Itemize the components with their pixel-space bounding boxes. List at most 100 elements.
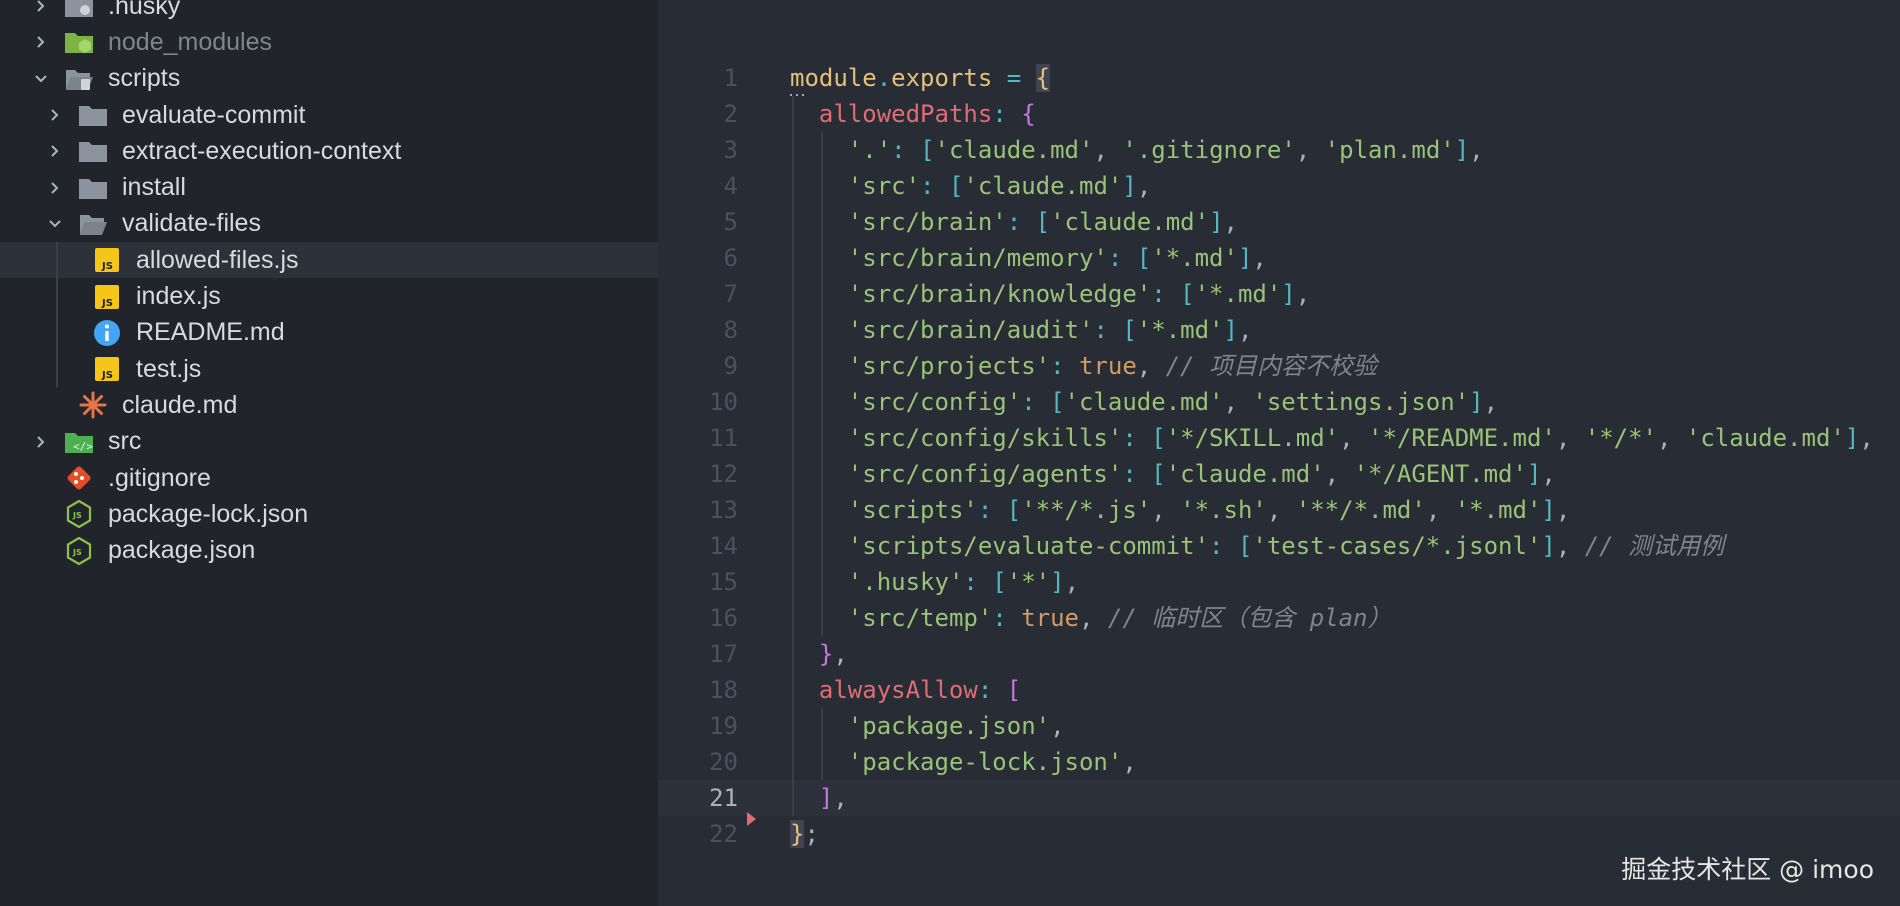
tree-item[interactable]: claude.md: [0, 387, 658, 423]
code-text: '.': ['claude.md', '.gitignore', 'plan.m…: [848, 132, 1484, 168]
tree-item[interactable]: evaluate-commit: [0, 97, 658, 133]
code-token: 'plan.md': [1324, 136, 1455, 164]
chevron-down-icon[interactable]: [32, 70, 50, 88]
code-line[interactable]: 6 'src/brain/memory': ['*.md'],: [658, 240, 1900, 276]
chevron-right-icon[interactable]: [46, 179, 64, 197]
code-token: :: [1151, 280, 1166, 308]
code-line[interactable]: 8 'src/brain/audit': ['*.md'],: [658, 312, 1900, 348]
code-token: ,: [1136, 172, 1152, 200]
code-line[interactable]: 14 'scripts/evaluate-commit': ['test-case…: [658, 528, 1900, 564]
tree-item[interactable]: .gitignore: [0, 460, 658, 496]
chevron-right-icon[interactable]: [32, 0, 50, 15]
tree-item[interactable]: JS package.json: [0, 533, 658, 569]
tree-item[interactable]: </> src: [0, 424, 658, 460]
chevron-right-icon[interactable]: [32, 433, 50, 451]
code-token: ,: [1859, 424, 1874, 452]
code-token: ,: [1079, 604, 1108, 632]
tree-item[interactable]: JS allowed-files.js: [0, 242, 658, 279]
code-token: ,: [1252, 244, 1267, 272]
code-token: :: [1006, 208, 1022, 236]
code-line[interactable]: 4 'src': ['claude.md'],: [658, 168, 1900, 204]
code-token: 'claude.md': [934, 136, 1094, 164]
svg-text:JS: JS: [101, 298, 113, 309]
code-token: ]: [1469, 388, 1484, 416]
code-text: 'scripts': ['**/*.js', '*.sh', '**/*.md'…: [848, 492, 1571, 528]
code-token: '.gitignore': [1122, 136, 1296, 164]
line-number: 10: [709, 388, 738, 416]
file-explorer: .husky node_modules scripts evaluate-commit…: [0, 0, 658, 906]
tree-item[interactable]: JS package-lock.json: [0, 496, 658, 532]
code-token: ]: [1454, 136, 1470, 164]
code-line[interactable]: 5 'src/brain': ['claude.md'],: [658, 204, 1900, 240]
code-line[interactable]: 2 allowedPaths: {: [658, 96, 1900, 132]
code-token: :: [891, 136, 906, 164]
code-line[interactable]: 17},: [658, 636, 1900, 672]
javascript-file-icon: JS: [92, 354, 122, 384]
code-token: '*.md': [1194, 280, 1282, 308]
tree-item[interactable]: JS index.js: [0, 278, 658, 314]
code-token: ,: [1469, 136, 1484, 164]
tree-item-label: validate-files: [122, 209, 261, 238]
code-text: 'src/brain/knowledge': ['*.md'],: [848, 276, 1310, 312]
code-token: [: [1122, 316, 1137, 344]
code-token: :: [1050, 352, 1065, 380]
line-number: 1: [723, 64, 738, 92]
tree-item[interactable]: validate-files: [0, 206, 658, 242]
code-line[interactable]: 22};: [658, 816, 1900, 852]
tree-item[interactable]: node_modules: [0, 24, 658, 60]
chevron-right-icon[interactable]: [46, 106, 64, 124]
tree-item[interactable]: README.md: [0, 315, 658, 351]
code-line[interactable]: 15 '.husky': ['*'],: [658, 564, 1900, 600]
code-line[interactable]: 9 'src/projects': true, // 项目内容不校验: [658, 348, 1900, 384]
code-token: ,: [1483, 388, 1499, 416]
code-token: 'src/temp': [847, 604, 993, 632]
code-token: 'src/brain/audit': [847, 316, 1094, 344]
chevron-right-icon[interactable]: [32, 33, 50, 51]
code-line[interactable]: 16 'src/temp': true, // 临时区（包含 plan）: [658, 600, 1900, 636]
code-token: '*': [1006, 568, 1051, 596]
code-line[interactable]: 3 '.': ['claude.md', '.gitignore', 'plan.…: [658, 132, 1900, 168]
svg-text:JS: JS: [101, 370, 113, 381]
code-line[interactable]: 21],: [658, 780, 1900, 816]
code-token: ,: [1122, 748, 1137, 776]
code-line[interactable]: 1 module.exports = {: [658, 60, 1900, 96]
tree-item[interactable]: scripts: [0, 61, 658, 97]
code-line[interactable]: 10 'src/config': ['claude.md', 'settings.…: [658, 384, 1900, 420]
tree-item[interactable]: install: [0, 170, 658, 206]
line-number: 5: [723, 208, 738, 236]
chevron-down-icon[interactable]: [46, 215, 64, 233]
code-token: }: [790, 820, 805, 848]
tree-item[interactable]: extract-execution-context: [0, 133, 658, 169]
scripts-folder-icon: [64, 64, 94, 94]
hint-dots: ⋯: [788, 85, 808, 105]
code-token: ,: [1237, 316, 1253, 344]
code-line[interactable]: 19 'package.json',: [658, 708, 1900, 744]
code-token: // 测试用例: [1584, 532, 1725, 560]
code-token: 'claude.md': [1165, 460, 1325, 488]
code-token: ]: [1223, 316, 1238, 344]
tree-item[interactable]: .husky: [0, 0, 658, 24]
code-token: 'src': [847, 172, 921, 200]
code-line[interactable]: 12 'src/config/agents': ['claude.md', '*/…: [658, 456, 1900, 492]
code-line[interactable]: 18 alwaysAllow: [: [658, 672, 1900, 708]
code-text: 'src/temp': true, // 临时区（包含 plan）: [848, 600, 1392, 636]
code-line[interactable]: 7 'src/brain/knowledge': ['*.md'],: [658, 276, 1900, 312]
code-editor[interactable]: 1 module.exports = {2 allowedPaths: {3 '.':…: [658, 0, 1900, 906]
chevron-right-icon[interactable]: [46, 142, 64, 160]
claude-icon: [78, 390, 108, 420]
code-line[interactable]: 13 'scripts': ['**/*.js', '*.sh', '**/*.m…: [658, 492, 1900, 528]
tree-item[interactable]: JS test.js: [0, 351, 658, 387]
line-number: 15: [709, 568, 738, 596]
code-text: 'src/brain/audit': ['*.md'],: [848, 312, 1253, 348]
husky-folder-icon: [64, 0, 94, 21]
code-line[interactable]: 20 'package-lock.json',: [658, 744, 1900, 780]
code-line[interactable]: 11 'src/config/skills': ['*/SKILL.md', '*…: [658, 420, 1900, 456]
